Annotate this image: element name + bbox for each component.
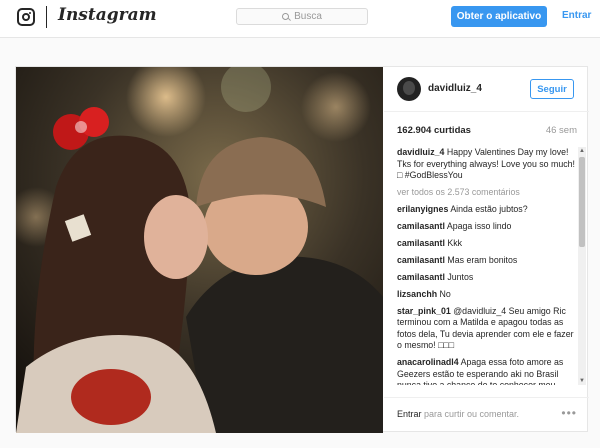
comment-text: Mas eram bonitos xyxy=(447,254,518,265)
instagram-wordmark[interactable]: Instagram xyxy=(58,5,157,25)
caption-username[interactable]: davidluiz_4 xyxy=(397,147,444,157)
camera-logo-icon[interactable] xyxy=(17,8,35,26)
caption: davidluiz_4 Happy Valentines Day my love… xyxy=(397,147,575,182)
comment-text: Kkk xyxy=(447,237,463,248)
post-card: davidluiz_4 Seguir 162.904 curtidas 46 s… xyxy=(15,66,589,433)
login-to-comment-link[interactable]: Entrar xyxy=(397,409,422,419)
scroll-up-icon[interactable]: ▲ xyxy=(578,147,586,155)
top-nav: Instagram Busca Obter o aplicativo Entra… xyxy=(0,0,600,38)
comment-item: camilasantl Apaga isso lindo xyxy=(397,221,575,233)
post-header: davidluiz_4 Seguir xyxy=(384,67,589,112)
comment-text: Ainda estão jubtos? xyxy=(450,203,528,214)
post-photo[interactable] xyxy=(16,67,383,433)
login-prompt: Entrar para curtir ou comentar. xyxy=(397,409,519,419)
login-prompt-text: para curtir ou comentar. xyxy=(421,409,520,419)
post-age[interactable]: 46 sem xyxy=(546,125,577,136)
search-icon xyxy=(282,13,290,20)
scrollbar-thumb[interactable] xyxy=(579,157,585,247)
comment-username[interactable]: lizsanchh xyxy=(397,289,437,299)
comment-username[interactable]: camilasantl xyxy=(397,255,445,265)
post-username[interactable]: davidluiz_4 xyxy=(428,83,482,94)
comment-text: No xyxy=(439,288,451,299)
comments-scrollbar[interactable]: ▲ ▼ xyxy=(578,147,586,385)
comment-username[interactable]: camilasantl xyxy=(397,238,445,248)
comment-item: erilanyignes Ainda estão jubtos? xyxy=(397,204,575,216)
follow-button[interactable]: Seguir xyxy=(530,79,574,99)
comment-text: Apaga isso lindo xyxy=(446,220,512,231)
comment-text: Juntos xyxy=(447,271,474,282)
more-options-icon[interactable]: ••• xyxy=(561,406,577,420)
scroll-down-icon[interactable]: ▼ xyxy=(578,377,586,385)
comment-item: camilasantl Kkk xyxy=(397,238,575,250)
logo-divider xyxy=(46,6,47,28)
login-link[interactable]: Entrar xyxy=(562,10,591,21)
post-footer: Entrar para curtir ou comentar. ••• xyxy=(384,397,589,433)
comment-item: star_pink_01 @davidluiz_4 Seu amigo Ric … xyxy=(397,306,575,352)
get-app-button[interactable]: Obter o aplicativo xyxy=(451,6,547,27)
comment-item: anacarolinadl4 Apaga essa foto amore as … xyxy=(397,357,575,385)
comment-username[interactable]: anacarolinadl4 xyxy=(397,357,459,367)
likes-count[interactable]: 162.904 curtidas xyxy=(397,125,471,136)
search-input[interactable]: Busca xyxy=(236,8,368,25)
search-placeholder: Busca xyxy=(294,11,322,22)
comment-username[interactable]: camilasantl xyxy=(397,272,445,282)
comment-username[interactable]: erilanyignes xyxy=(397,204,448,214)
avatar[interactable] xyxy=(397,77,421,101)
comments-list[interactable]: davidluiz_4 Happy Valentines Day my love… xyxy=(397,147,575,385)
photo-illustration xyxy=(16,67,383,433)
comment-item: camilasantl Mas eram bonitos xyxy=(397,255,575,267)
comment-item: camilasantl Juntos xyxy=(397,272,575,284)
comment-item: lizsanchh No xyxy=(397,289,575,301)
comment-username[interactable]: star_pink_01 xyxy=(397,306,451,316)
post-sidebar: davidluiz_4 Seguir 162.904 curtidas 46 s… xyxy=(384,67,589,433)
view-all-comments-link[interactable]: ver todos os 2.573 comentários xyxy=(397,187,575,199)
comment-username[interactable]: camilasantl xyxy=(397,221,445,231)
